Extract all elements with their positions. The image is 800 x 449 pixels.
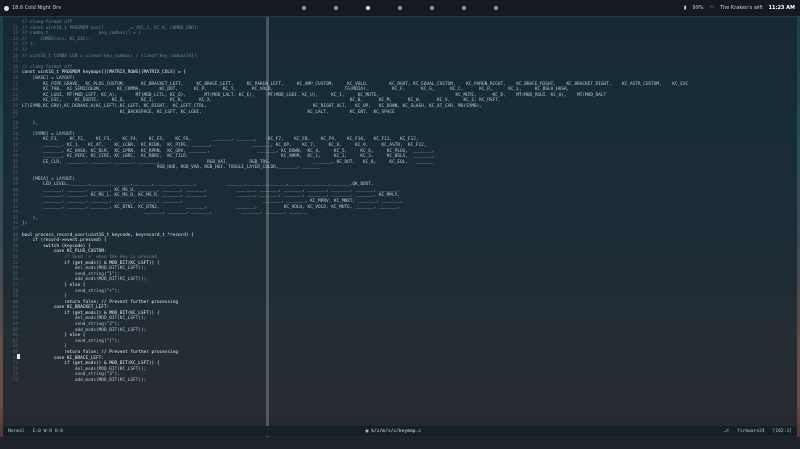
top-bar-left: 18.6 Cold Night Drv <box>0 5 61 11</box>
app-icon[interactable] <box>4 5 9 11</box>
workspace-4[interactable] <box>398 6 402 10</box>
workspace-3[interactable] <box>366 6 370 10</box>
file-icon: ▣ <box>365 428 369 434</box>
vim-mode: Normal <box>8 428 25 434</box>
cursor-position: [162:1] <box>772 428 792 434</box>
code-lines: // clang-format off 11// const uint16_t P… <box>3 20 797 384</box>
text-cursor <box>17 354 20 359</box>
line-text: add_mods(MOD_BIT(KC_LSFT)); <box>22 378 147 383</box>
top-bar: 18.6 Cold Night Drv ▮ 99% ◠ The Kraken's… <box>0 0 800 16</box>
code-line[interactable]: 74 add_mods(MOD_BIT(KC_LSFT)); <box>3 378 797 384</box>
line-text: _______, _______, _______, _______, ____… <box>22 210 308 216</box>
line-text: // uint16_t COMBO_LEN = sizeof(key_combo… <box>22 53 200 59</box>
git-branch-icon: ⎇ <box>723 428 729 434</box>
bottom-bar <box>0 437 800 449</box>
top-bar-right: ▮ 99% ◠ The Kraken's wifi 11:23 AM <box>684 5 800 11</box>
line-text: KC_BACKSPACE, KC_LSFT, KC_LGUI, KC_LALT,… <box>22 109 395 115</box>
workspace-2[interactable] <box>334 6 338 10</box>
workspace-5[interactable] <box>430 6 434 10</box>
diagnostics[interactable]: E:0 W:0 H:0 <box>33 429 63 434</box>
line-text: RGB_HUD, RGB_VAD, RGB_HUI, TOGGLE_LAYER_… <box>22 165 321 171</box>
network-name[interactable]: The Kraken's wifi <box>720 5 762 11</box>
app-title[interactable]: 18.6 Cold Night Drv <box>12 5 61 11</box>
workspace-6[interactable] <box>462 6 466 10</box>
battery-icon: ▮ <box>683 5 687 11</box>
pane-splitter[interactable] <box>266 17 269 437</box>
wifi-icon: ◠ <box>709 5 715 11</box>
clock[interactable]: 11:23 AM <box>768 5 795 11</box>
line-text: }; <box>22 221 28 227</box>
file-path[interactable]: k/z/m/s/c/keymap.c <box>371 429 421 434</box>
line-number: 74 <box>12 378 18 383</box>
git-branch[interactable]: firmware24 <box>737 429 765 434</box>
status-bar: Normal E:0 W:0 H:0 ▣ k/z/m/s/c/keymap.c … <box>3 426 797 436</box>
code-editor[interactable]: // clang-format off 11// const uint16_t P… <box>3 17 797 437</box>
battery-level[interactable]: 99% <box>693 5 704 11</box>
workspace-1[interactable] <box>302 6 306 10</box>
line-text: ), <box>22 120 38 126</box>
workspace-indicators <box>0 0 800 16</box>
workspace-7[interactable] <box>494 6 498 10</box>
